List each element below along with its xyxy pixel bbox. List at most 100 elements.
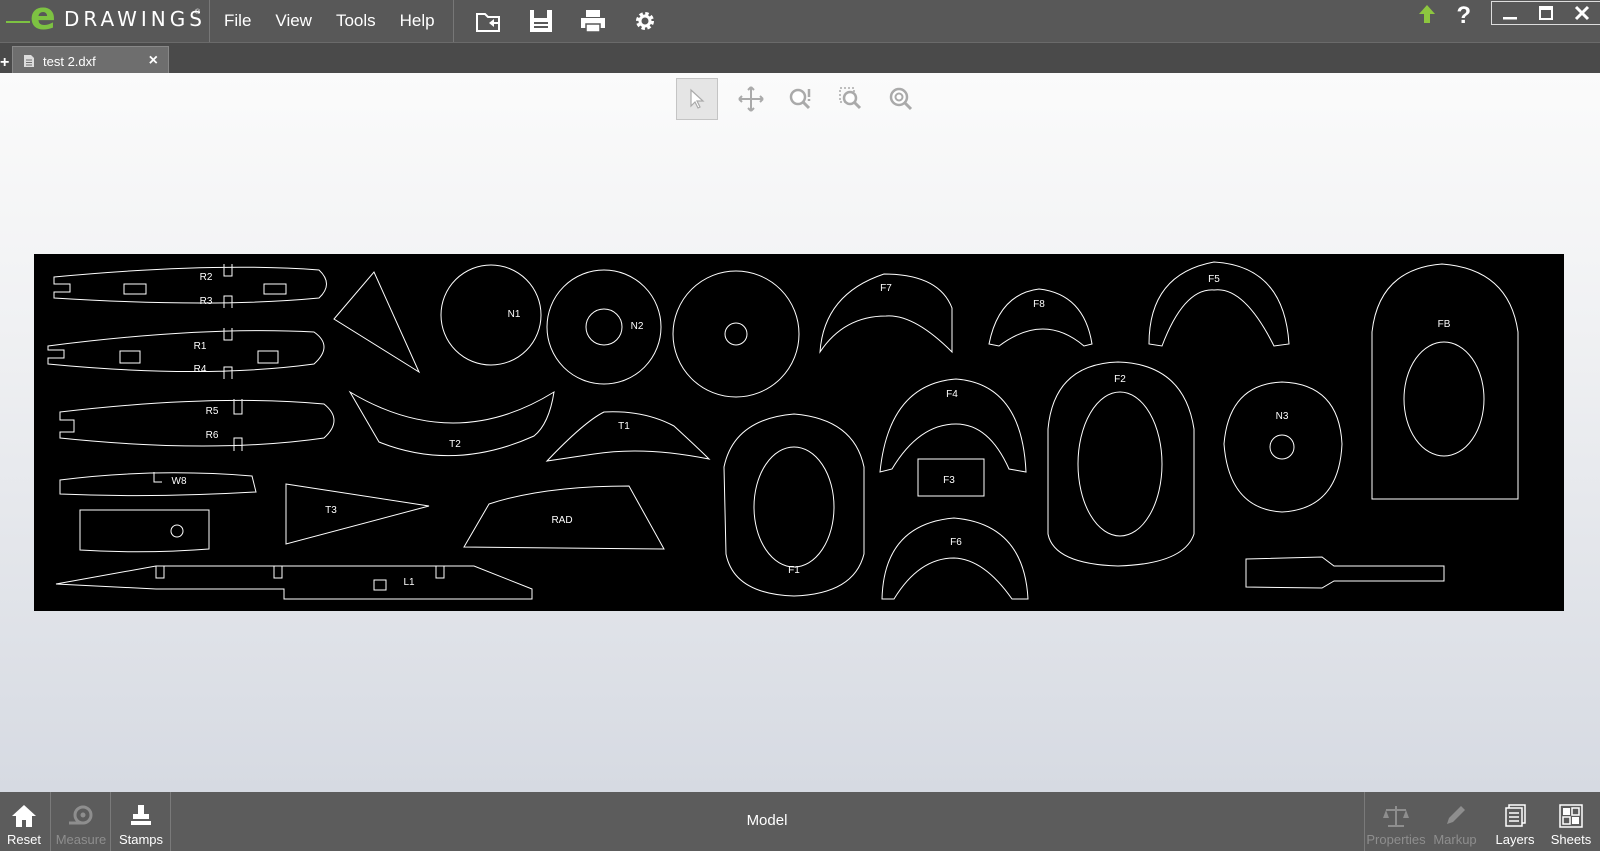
part-former-fb-cutout: [1403, 341, 1485, 457]
part-disk-3: [672, 270, 800, 398]
model-mode-label: Model: [746, 812, 788, 829]
minimize-button[interactable]: [1492, 2, 1528, 24]
label-f5: F5: [1208, 274, 1220, 285]
sheets-icon: [1558, 800, 1584, 832]
stamps-label: Stamps: [118, 832, 164, 847]
label-f7: F7: [880, 283, 892, 294]
label-r3: R3: [200, 296, 213, 307]
label-rad: RAD: [551, 515, 572, 526]
part-former-f6: [881, 517, 1029, 600]
layers-button[interactable]: Layers: [1490, 792, 1540, 851]
markup-button[interactable]: Markup: [1430, 792, 1480, 851]
menu-tools[interactable]: Tools: [324, 11, 388, 31]
label-fb: FB: [1438, 319, 1451, 330]
label-l1: L1: [403, 577, 415, 588]
label-w8: W8: [172, 476, 187, 487]
menu-file[interactable]: File: [212, 11, 263, 31]
part-rail-slot: [373, 579, 387, 591]
logo-registered: ®: [195, 9, 201, 16]
part-long-rail: [55, 565, 533, 600]
document-tab-title: test 2.dxf: [43, 54, 96, 69]
window-button-group: [1491, 1, 1600, 25]
label-r1: R1: [194, 341, 207, 352]
zoom-area-icon[interactable]: [826, 78, 876, 120]
part-disk-3-hole: [724, 322, 748, 346]
select-arrow-icon[interactable]: [676, 78, 718, 120]
title-bar: e DRAWINGS ® File View Tools Help ?: [0, 0, 1600, 42]
reset-label: Reset: [7, 832, 41, 847]
help-button[interactable]: ?: [1456, 2, 1471, 30]
part-disk-2: [546, 269, 662, 385]
open-file-icon[interactable]: [463, 4, 515, 38]
zoom-fit-icon[interactable]: [876, 78, 926, 120]
logo-e: e: [30, 0, 56, 38]
part-former-n3-hole: [1269, 434, 1295, 460]
window-controls: ?: [1418, 0, 1600, 32]
new-tab-button[interactable]: +: [0, 55, 10, 73]
save-icon[interactable]: [515, 4, 567, 38]
label-r6: R6: [206, 430, 219, 441]
close-tab-icon[interactable]: ×: [149, 52, 158, 70]
sheets-label: Sheets: [1550, 832, 1592, 847]
part-fuselage-4: [59, 472, 257, 497]
gear-icon[interactable]: [619, 4, 671, 38]
part-plate-lower: [79, 509, 210, 553]
part-former-f2: [1047, 361, 1195, 567]
label-f2: F2: [1114, 374, 1126, 385]
label-t2: T2: [449, 439, 461, 450]
logo-text: DRAWINGS: [64, 7, 206, 31]
layers-icon: [1502, 800, 1528, 832]
part-disk-2-hole: [585, 308, 623, 346]
bottom-divider: [1364, 792, 1365, 851]
print-icon[interactable]: [567, 4, 619, 38]
part-former-f2-cutout: [1077, 391, 1163, 537]
measure-label: Measure: [55, 832, 107, 847]
menu-divider: [453, 0, 454, 42]
drawing-viewport[interactable]: R2 R3 R1 R4 R5 R6 W8 T3 T2 T1 RAD F7 F8 …: [0, 73, 1600, 792]
menu-view[interactable]: View: [263, 11, 324, 31]
part-former-f8: [988, 288, 1093, 347]
dxf-drawing-svg: R2 R3 R1 R4 R5 R6 W8 T3 T2 T1 RAD F7 F8 …: [47, 261, 1519, 600]
part-former-f1-cutout: [753, 446, 835, 568]
quick-toolbar: [463, 4, 671, 38]
label-n2: N2: [631, 321, 644, 332]
edrawings-logo: e DRAWINGS ®: [0, 0, 210, 42]
part-disk-1: [440, 264, 542, 366]
zoom-dynamic-icon[interactable]: [776, 78, 826, 120]
properties-label: Properties: [1366, 832, 1426, 847]
part-fuselage-1-slot-b: [263, 283, 287, 295]
part-fuselage-2-slot-b: [257, 350, 279, 364]
part-fuselage-1-slot-a: [123, 283, 147, 295]
label-n1: N1: [508, 309, 521, 320]
layers-label: Layers: [1495, 832, 1535, 847]
properties-button[interactable]: Properties: [1366, 792, 1426, 851]
part-tailplane: [285, 483, 430, 545]
label-n3: N3: [1276, 411, 1289, 422]
update-arrow-icon[interactable]: [1418, 4, 1436, 29]
main-menu: File View Tools Help: [212, 0, 447, 42]
part-former-n3: [1223, 381, 1343, 513]
label-r2: R2: [200, 272, 213, 283]
view-toolbar: [676, 78, 926, 120]
part-plate-hole: [170, 524, 184, 538]
dxf-drawing-canvas[interactable]: R2 R3 R1 R4 R5 R6 W8 T3 T2 T1 RAD F7 F8 …: [34, 254, 1564, 611]
label-f3: F3: [943, 475, 955, 486]
bottom-toolbar: Reset Measure Stamps Model Properties Ma…: [0, 792, 1600, 851]
label-r5: R5: [206, 406, 219, 417]
label-f8: F8: [1033, 299, 1045, 310]
menu-help[interactable]: Help: [388, 11, 447, 31]
label-f6: F6: [950, 537, 962, 548]
document-tab-strip: + test 2.dxf ×: [0, 42, 1600, 74]
maximize-button[interactable]: [1528, 2, 1564, 24]
part-tail-1: [545, 411, 711, 462]
document-tab[interactable]: test 2.dxf ×: [12, 46, 169, 74]
pencil-icon: [1443, 800, 1467, 832]
part-fin: [333, 271, 421, 374]
part-former-fb: [1371, 263, 1519, 500]
label-f1: F1: [788, 565, 800, 576]
close-window-button[interactable]: [1564, 2, 1600, 24]
label-r4: R4: [194, 364, 207, 375]
part-fuselage-2: [47, 328, 325, 379]
sheets-button[interactable]: Sheets: [1546, 792, 1596, 851]
pan-icon[interactable]: [726, 78, 776, 120]
